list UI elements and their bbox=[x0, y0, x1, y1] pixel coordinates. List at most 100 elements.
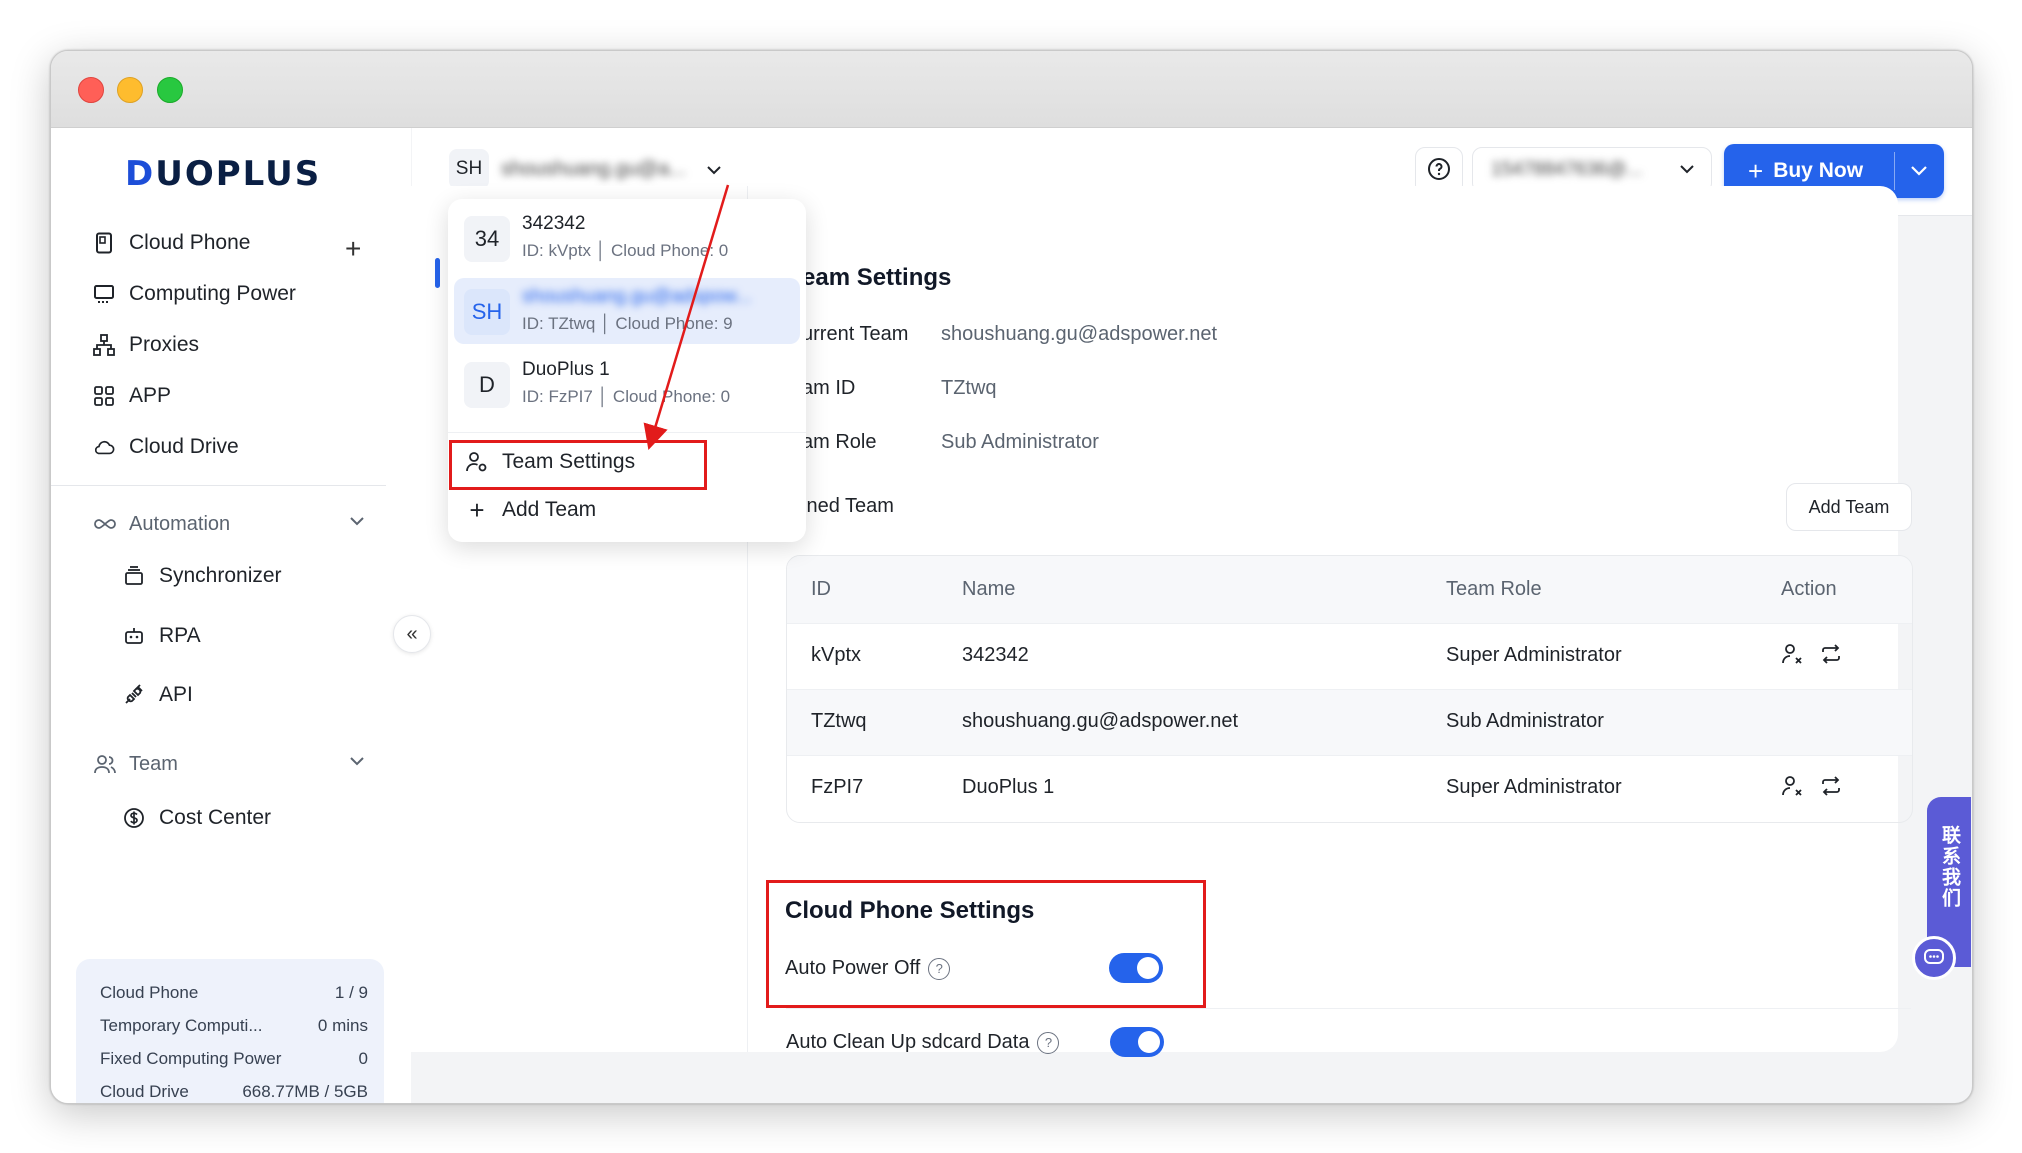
chevron-down-icon[interactable] bbox=[1910, 158, 1928, 182]
minimize-window-button[interactable] bbox=[117, 77, 143, 103]
team-dropdown: 34 342342 ID: kVptx │ Cloud Phone: 0 SH … bbox=[448, 199, 806, 542]
stat-value: 0 mins bbox=[317, 1016, 368, 1035]
maximize-window-button[interactable] bbox=[157, 77, 183, 103]
cell-id: TZtwq bbox=[811, 710, 867, 732]
cell-id: kVptx bbox=[811, 644, 862, 666]
joined-teams-table: ID Name Team Role Action kVptx 342342 Su… bbox=[786, 555, 1913, 823]
cell-name: 342342 bbox=[962, 644, 1029, 666]
button-separator bbox=[1894, 152, 1895, 190]
team-option-name: DuoPlus 1 bbox=[522, 359, 610, 380]
team-option[interactable]: D DuoPlus 1 ID: FzPI7 │ Cloud Phone: 0 bbox=[454, 351, 800, 417]
add-team-button[interactable]: Add Team bbox=[1786, 483, 1912, 531]
close-window-button[interactable] bbox=[78, 77, 104, 103]
remove-user-icon[interactable] bbox=[1781, 642, 1805, 671]
buy-now-label: Buy Now bbox=[1773, 159, 1864, 182]
sidebar-section-automation[interactable]: Automation bbox=[93, 506, 230, 542]
team-id-value: TZtwq bbox=[941, 377, 997, 399]
team-option-selected[interactable]: SH shoushuang.gu@adspow... ID: TZtwq │ C… bbox=[454, 278, 800, 344]
team-option-meta: ID: TZtwq │ Cloud Phone: 9 bbox=[522, 314, 733, 333]
table-row: TZtwq shoushuang.gu@adspower.net Sub Adm… bbox=[787, 689, 1912, 756]
cell-role: Super Administrator bbox=[1446, 644, 1622, 666]
team-avatar: SH bbox=[449, 149, 489, 189]
sidebar-item-label: Computing Power bbox=[129, 282, 296, 305]
dropdown-divider bbox=[448, 432, 806, 433]
sidebar: DUOPLUS Cloud Phone + Computing Power Pr… bbox=[51, 128, 411, 1103]
contact-us-label: 联系我们 bbox=[1939, 825, 1960, 909]
sidebar-item-label: Proxies bbox=[129, 333, 200, 356]
chevron-down-icon[interactable] bbox=[349, 510, 365, 531]
transfer-icon[interactable] bbox=[1819, 642, 1843, 671]
stat-label: Fixed Computing Power bbox=[100, 1049, 282, 1068]
infinity-icon bbox=[93, 517, 117, 531]
column-team-role: Team Role bbox=[1446, 578, 1542, 600]
stat-value: 668.77MB / 5GB bbox=[242, 1082, 368, 1101]
chevron-down-icon[interactable] bbox=[349, 750, 365, 771]
cell-name: DuoPlus 1 bbox=[962, 776, 1055, 798]
stat-value: 1 / 9 bbox=[334, 983, 368, 1002]
sidebar-item-proxies[interactable]: Proxies bbox=[93, 325, 199, 365]
column-action: Action bbox=[1781, 578, 1837, 600]
sidebar-item-computing-power[interactable]: Computing Power bbox=[93, 274, 296, 314]
team-name: shoushuang.gu@a... bbox=[501, 157, 686, 180]
joined-team-label: ined Team bbox=[802, 495, 894, 517]
question-icon[interactable]: ? bbox=[928, 957, 951, 980]
sidebar-item-label: Cloud Drive bbox=[129, 435, 239, 458]
team-avatar: SH bbox=[464, 289, 510, 335]
sidebar-item-cost-center[interactable]: Cost Center bbox=[123, 800, 271, 836]
auto-clean-toggle[interactable] bbox=[1110, 1027, 1164, 1057]
sidebar-item-label: Cost Center bbox=[159, 806, 272, 829]
active-tab-marker bbox=[435, 258, 440, 288]
table-row: kVptx 342342 Super Administrator bbox=[787, 623, 1912, 690]
team-label: Team bbox=[129, 752, 178, 775]
automation-label: Automation bbox=[129, 512, 231, 535]
sidebar-item-cloud-phone[interactable]: Cloud Phone bbox=[93, 223, 250, 263]
highlight-team-settings bbox=[449, 440, 707, 490]
remove-user-icon[interactable] bbox=[1781, 774, 1805, 803]
stat-temporary-computing: Temporary Computi... 0 mins bbox=[100, 1016, 368, 1036]
synchronizer-icon bbox=[123, 566, 145, 586]
team-option-name: 342342 bbox=[522, 213, 586, 234]
add-team-label: Add Team bbox=[502, 498, 597, 521]
sidebar-item-label: API bbox=[159, 683, 193, 706]
dollar-icon bbox=[123, 807, 145, 829]
auto-clean-label: Auto Clean Up sdcard Data bbox=[786, 1031, 1030, 1053]
collapse-sidebar-button[interactable]: « bbox=[393, 615, 431, 653]
sidebar-item-api[interactable]: API bbox=[123, 677, 193, 713]
help-icon bbox=[1427, 157, 1451, 186]
stat-label: Cloud Drive bbox=[100, 1082, 189, 1101]
team-option-name: shoushuang.gu@adspow... bbox=[522, 286, 752, 307]
toggle-knob bbox=[1138, 1031, 1160, 1053]
auto-clean-setting: Auto Clean Up sdcard Data ? bbox=[786, 1031, 1060, 1054]
chevron-down-icon bbox=[1679, 158, 1695, 180]
sidebar-item-app[interactable]: APP bbox=[93, 376, 171, 416]
sidebar-section-team[interactable]: Team bbox=[93, 746, 178, 782]
chat-icon[interactable] bbox=[1912, 936, 1956, 980]
add-team-menu-item[interactable]: + Add Team bbox=[466, 490, 596, 530]
question-icon[interactable]: ? bbox=[1037, 1031, 1060, 1054]
sidebar-item-cloud-drive[interactable]: Cloud Drive bbox=[93, 427, 239, 467]
stat-fixed-computing: Fixed Computing Power 0 bbox=[100, 1049, 368, 1069]
current-team-label: urrent Team bbox=[802, 323, 909, 345]
column-name: Name bbox=[962, 578, 1016, 600]
auto-power-off-toggle[interactable] bbox=[1109, 953, 1163, 983]
brand-logo[interactable]: DUOPLUS bbox=[125, 154, 321, 194]
auto-power-off-label: Auto Power Off bbox=[785, 957, 921, 979]
stat-label: Cloud Phone bbox=[100, 983, 199, 1002]
cloud-phone-settings-title: Cloud Phone Settings bbox=[785, 897, 1035, 924]
sidebar-item-label: Synchronizer bbox=[159, 564, 282, 587]
grid-icon bbox=[93, 385, 115, 407]
team-option-meta: ID: kVptx │ Cloud Phone: 0 bbox=[522, 241, 729, 260]
settings-divider bbox=[786, 1008, 1911, 1009]
sidebar-item-rpa[interactable]: RPA bbox=[123, 618, 201, 654]
sidebar-item-synchronizer[interactable]: Synchronizer bbox=[123, 558, 282, 594]
transfer-icon[interactable] bbox=[1819, 774, 1843, 803]
current-team-value: shoushuang.gu@adspower.net bbox=[941, 323, 1218, 345]
users-icon bbox=[93, 754, 117, 774]
team-avatar: 34 bbox=[464, 216, 510, 262]
plug-icon bbox=[123, 684, 145, 706]
add-cloud-phone-icon[interactable]: + bbox=[345, 233, 361, 265]
stat-cloud-drive: Cloud Drive 668.77MB / 5GB bbox=[100, 1082, 368, 1102]
plus-icon: + bbox=[1748, 155, 1764, 186]
network-icon bbox=[93, 334, 115, 356]
team-option[interactable]: 34 342342 ID: kVptx │ Cloud Phone: 0 bbox=[454, 205, 800, 271]
